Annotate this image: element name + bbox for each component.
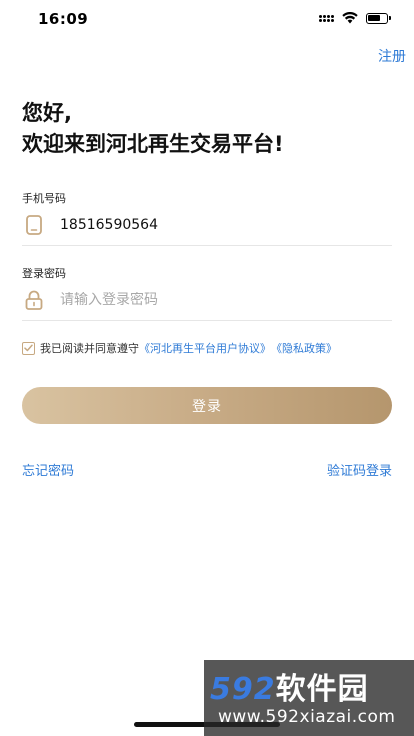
battery-level	[368, 14, 380, 21]
sms-login-link[interactable]: 验证码登录	[327, 460, 392, 479]
status-icons	[319, 12, 391, 24]
login-button[interactable]: 登录	[22, 387, 392, 424]
wifi-icon	[342, 12, 358, 24]
phone-label: 手机号码	[22, 192, 66, 205]
watermark-url: www.592xiazai.com	[218, 707, 396, 727]
checkmark-icon	[24, 344, 33, 352]
forgot-password-link[interactable]: 忘记密码	[22, 460, 74, 479]
password-field-row	[22, 280, 392, 321]
watermark-logo: 592软件园	[210, 664, 410, 708]
password-input[interactable]	[60, 292, 360, 308]
greeting-heading: 您好, 欢迎来到河北再生交易平台!	[22, 98, 284, 160]
agreement-text: 我已阅读并同意遵守	[40, 342, 139, 355]
status-bar: 16:09	[0, 0, 414, 40]
phone-input[interactable]	[60, 217, 360, 233]
greeting-line-2: 欢迎来到河北再生交易平台!	[22, 132, 284, 156]
phone-field-row	[22, 205, 392, 246]
cellular-signal-icon	[319, 14, 334, 22]
phone-icon	[24, 214, 44, 236]
watermark: 592软件园 www.592xiazai.com	[204, 660, 414, 736]
user-agreement-link[interactable]: 《河北再生平台用户协议》	[139, 340, 271, 356]
agreement-checkbox[interactable]	[22, 341, 35, 355]
agreement-row: 我已阅读并同意遵守 《河北再生平台用户协议》 《隐私政策》	[22, 340, 337, 356]
register-link[interactable]: 注册	[378, 46, 406, 66]
greeting-line-1: 您好,	[22, 101, 72, 125]
battery-icon	[366, 12, 391, 24]
watermark-number: 592	[210, 672, 276, 707]
privacy-policy-link[interactable]: 《隐私政策》	[271, 340, 337, 356]
login-screen: 16:09 注册 您好, 欢迎来到河北再生交易平台! 手机号码 18516590…	[0, 0, 414, 736]
password-label: 登录密码	[22, 267, 66, 280]
watermark-text: 软件园	[275, 672, 369, 707]
lock-icon	[24, 289, 44, 311]
status-time: 16:09	[38, 10, 89, 28]
